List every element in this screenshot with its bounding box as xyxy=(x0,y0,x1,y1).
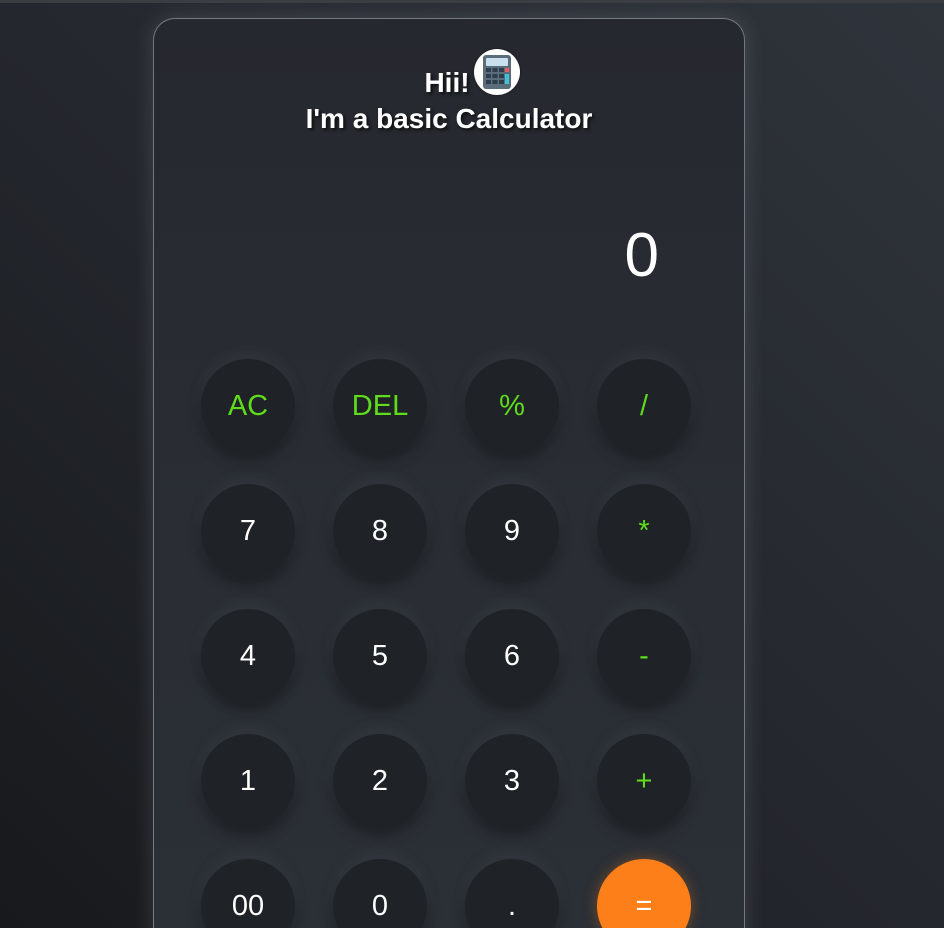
digit-5-button[interactable]: 5 xyxy=(333,609,427,703)
double-zero-button[interactable]: 00 xyxy=(201,859,295,928)
digit-1-button[interactable]: 1 xyxy=(201,734,295,828)
keypad: AC DEL%/7 8 9 * 4 5 6-1 2 3 +00 0. = xyxy=(201,359,691,928)
multiply-button[interactable]: * xyxy=(597,484,691,578)
digit-2-button[interactable]: 2 xyxy=(333,734,427,828)
header-greeting-line: Hii! xyxy=(154,49,744,101)
digit-7-button[interactable]: 7 xyxy=(201,484,295,578)
equals-button[interactable]: = xyxy=(597,859,691,928)
decimal-button[interactable]: . xyxy=(465,859,559,928)
greeting-text: Hii! xyxy=(424,67,470,98)
digit-8-button[interactable]: 8 xyxy=(333,484,427,578)
result-display: 0 xyxy=(624,221,659,290)
calculator-icon xyxy=(473,49,520,95)
digit-3-button[interactable]: 3 xyxy=(465,734,559,828)
header-subtitle: I'm a basic Calculator xyxy=(305,103,593,134)
all-clear-button[interactable]: AC xyxy=(201,359,295,453)
digit-0-button[interactable]: 0 xyxy=(333,859,427,928)
subtract-button[interactable]: - xyxy=(597,609,691,703)
digit-9-button[interactable]: 9 xyxy=(465,484,559,578)
delete-button[interactable]: DEL xyxy=(333,359,427,453)
calculator-card: Hii! I'm a basic Calculator 0 AC DEL % /… xyxy=(153,18,745,928)
divide-button[interactable]: / xyxy=(597,359,691,453)
digit-6-button[interactable]: 6 xyxy=(465,609,559,703)
percent-button[interactable]: % xyxy=(465,359,559,453)
add-button[interactable]: + xyxy=(597,734,691,828)
window-top-border xyxy=(0,0,944,3)
digit-4-button[interactable]: 4 xyxy=(201,609,295,703)
calculator-header: Hii! I'm a basic Calculator xyxy=(154,49,744,137)
